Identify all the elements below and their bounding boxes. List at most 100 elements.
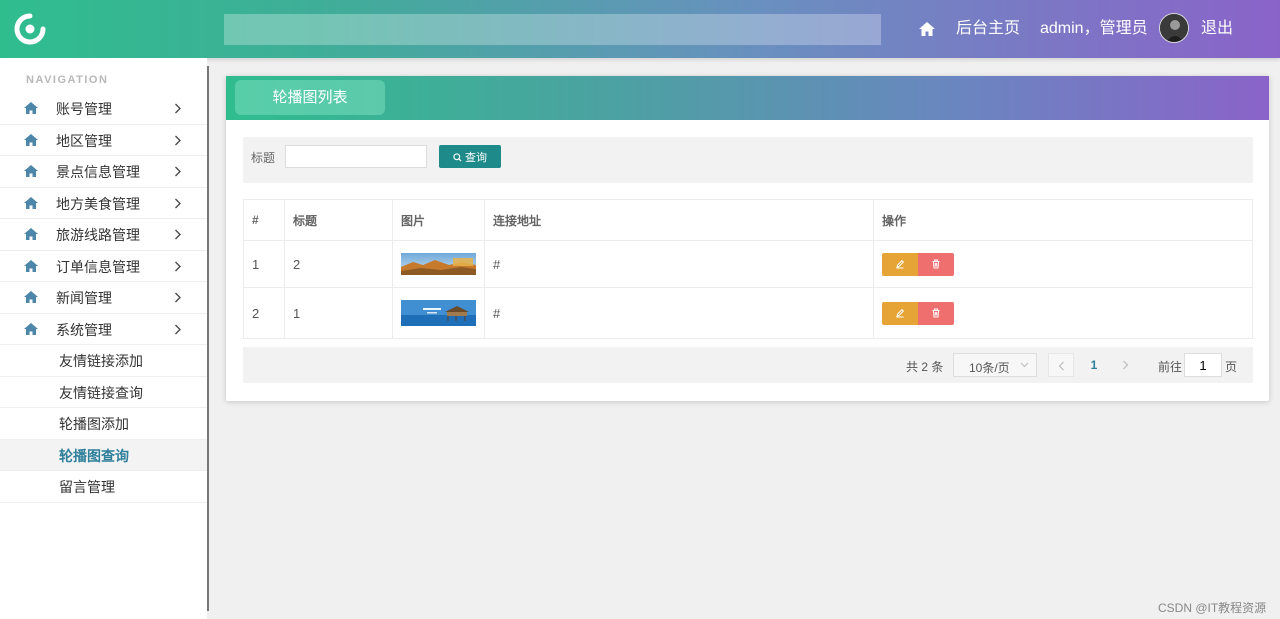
table-row: 2 1 # xyxy=(243,287,1253,339)
edit-icon xyxy=(896,308,905,317)
sidebar-item-label: 地方美食管理 xyxy=(56,195,140,212)
trash-icon xyxy=(932,259,940,268)
chevron-right-icon xyxy=(175,103,181,114)
sidebar-item-tour-routes[interactable]: 旅游线路管理 xyxy=(0,219,207,251)
home-icon xyxy=(24,291,38,303)
chevron-right-icon xyxy=(175,292,181,303)
sidebar-subitem-label: 轮播图添加 xyxy=(59,416,129,432)
sidebar-subitem-link-query[interactable]: 友情链接查询 xyxy=(0,377,207,408)
edit-icon xyxy=(896,259,905,268)
sidebar-subitem-banner-query[interactable]: 轮播图查询 xyxy=(0,439,207,471)
column-header-title: 标题 xyxy=(284,199,393,241)
home-icon xyxy=(24,165,38,177)
current-user-label: admin，管理员 xyxy=(1040,20,1148,37)
logout-link[interactable]: 退出 xyxy=(1201,18,1233,40)
title-search-input[interactable] xyxy=(285,145,427,168)
sidebar-item-label: 账号管理 xyxy=(56,101,112,117)
sidebar-item-local-food[interactable]: 地方美食管理 xyxy=(0,188,207,219)
next-page-button[interactable] xyxy=(1113,353,1139,377)
chevron-right-icon xyxy=(175,229,181,240)
panel-title-tab[interactable]: 轮播图列表 xyxy=(235,80,385,115)
column-header-image: 图片 xyxy=(392,199,485,241)
goto-label: 前往 xyxy=(1158,360,1183,374)
home-icon xyxy=(24,259,38,272)
sidebar-item-label: 系统管理 xyxy=(56,321,112,338)
chevron-right-icon xyxy=(175,261,181,271)
sidebar-subitem-messages[interactable]: 留言管理 xyxy=(0,471,207,503)
column-header-index: # xyxy=(243,199,285,241)
avatar[interactable] xyxy=(1159,13,1189,43)
sidebar-subitem-label: 留言管理 xyxy=(59,479,115,495)
prev-page-button[interactable] xyxy=(1048,353,1074,377)
sidebar-item-attractions[interactable]: 景点信息管理 xyxy=(0,156,207,188)
logo-icon[interactable] xyxy=(14,13,46,45)
home-icon xyxy=(24,196,38,209)
chevron-right-icon xyxy=(175,198,181,208)
chevron-down-icon xyxy=(1020,362,1029,368)
user-avatar-icon xyxy=(1160,14,1188,42)
chevron-left-icon xyxy=(1058,361,1064,371)
cell-actions xyxy=(873,240,1253,288)
banner-thumbnail[interactable] xyxy=(401,300,476,326)
title-search-label: 标题 xyxy=(251,151,276,165)
column-header-actions: 操作 xyxy=(873,199,1253,241)
page-unit-label: 页 xyxy=(1225,360,1238,374)
cell-index: 2 xyxy=(243,287,285,339)
edit-button[interactable] xyxy=(882,252,918,276)
edit-button[interactable] xyxy=(882,301,918,325)
cell-link: # xyxy=(484,287,874,339)
pagination: 共 2 条 10条/页 1 前往 页 xyxy=(243,347,1253,383)
goto-page-input[interactable] xyxy=(1184,353,1222,377)
chevron-right-icon xyxy=(175,324,181,334)
banner-table: # 标题 图片 连接地址 操作 1 2 # 2 1 # xyxy=(243,199,1253,339)
search-icon xyxy=(453,152,462,162)
cell-title: 2 xyxy=(284,240,393,288)
column-header-link: 连接地址 xyxy=(484,199,874,241)
delete-button[interactable] xyxy=(918,301,954,325)
sidebar-subitem-banner-add[interactable]: 轮播图添加 xyxy=(0,408,207,440)
nav-caption: NAVIGATION xyxy=(26,74,109,86)
page-size-select[interactable]: 10条/页 xyxy=(953,353,1037,377)
cell-index: 1 xyxy=(243,240,285,288)
trash-icon xyxy=(932,308,940,317)
cell-title: 1 xyxy=(284,287,393,339)
query-button-label: 查询 xyxy=(465,151,487,164)
sidebar-subitem-label: 友情链接查询 xyxy=(59,384,143,401)
sidebar-item-news[interactable]: 新闻管理 xyxy=(0,282,207,314)
home-icon[interactable] xyxy=(917,19,937,39)
current-page-number[interactable]: 1 xyxy=(1083,358,1105,372)
sidebar-item-regions[interactable]: 地区管理 xyxy=(0,125,207,156)
sidebar-subitem-link-add[interactable]: 友情链接添加 xyxy=(0,345,207,377)
banner-thumbnail[interactable] xyxy=(401,253,476,275)
sidebar-item-label: 地区管理 xyxy=(56,132,112,149)
chevron-right-icon xyxy=(1123,360,1129,370)
sidebar: NAVIGATION 账号管理 地区管理 景点信息管理 地方美食管理 旅游线路管… xyxy=(0,58,207,619)
sidebar-item-system[interactable]: 系统管理 xyxy=(0,314,207,345)
table-row: 1 2 # xyxy=(243,240,1253,288)
top-header: 后台主页 admin，管理员 退出 xyxy=(0,0,1280,58)
sidebar-item-accounts[interactable]: 账号管理 xyxy=(0,93,207,125)
banner-list-panel: 轮播图列表 标题 查询 # 标题 图片 连接地址 操作 1 2 # 2 1 # … xyxy=(226,76,1269,401)
home-icon xyxy=(24,102,38,114)
sidebar-item-label: 景点信息管理 xyxy=(56,164,140,180)
header-search-input[interactable] xyxy=(224,14,881,45)
home-icon xyxy=(24,228,38,240)
pagination-total: 共 2 条 xyxy=(906,360,944,374)
cell-actions xyxy=(873,287,1253,339)
table-header-row: # 标题 图片 连接地址 操作 xyxy=(243,199,1253,241)
nav-list: 账号管理 地区管理 景点信息管理 地方美食管理 旅游线路管理 订单信息管理 新闻… xyxy=(0,93,207,503)
panel-header: 轮播图列表 xyxy=(226,76,1269,120)
sidebar-item-orders[interactable]: 订单信息管理 xyxy=(0,251,207,282)
delete-button[interactable] xyxy=(918,252,954,276)
sidebar-divider xyxy=(207,66,209,611)
chevron-right-icon xyxy=(175,166,181,177)
cell-image xyxy=(392,287,485,339)
dashboard-home-link[interactable]: 后台主页 xyxy=(956,18,1020,40)
page-size-value: 10条/页 xyxy=(969,361,1010,375)
sidebar-item-label: 旅游线路管理 xyxy=(56,227,140,243)
query-button[interactable]: 查询 xyxy=(439,145,501,168)
chevron-right-icon xyxy=(175,135,181,145)
cell-image xyxy=(392,240,485,288)
cell-link: # xyxy=(484,240,874,288)
sidebar-item-label: 订单信息管理 xyxy=(56,258,140,275)
